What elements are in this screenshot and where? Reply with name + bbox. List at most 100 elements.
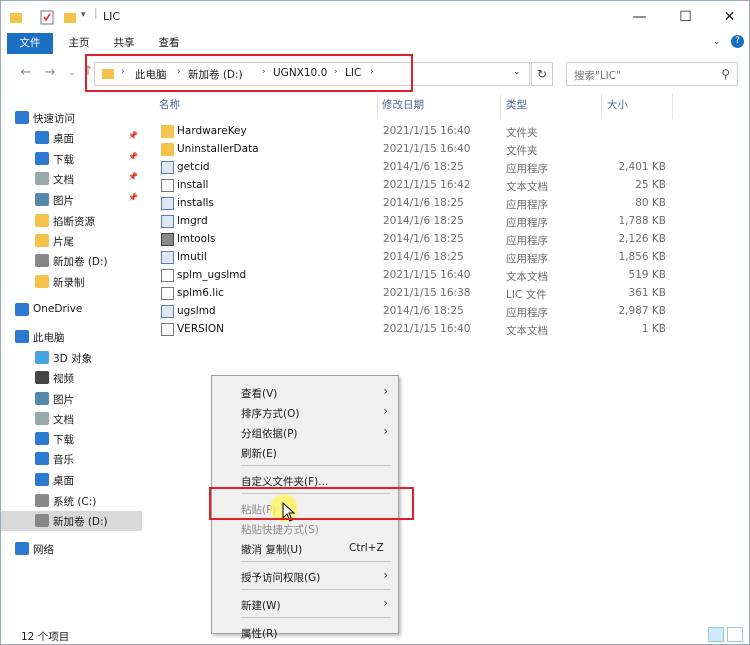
maximize-button[interactable]: ☐ xyxy=(663,1,708,33)
file-row[interactable]: HardwareKey 2021/1/15 16:40 文件夹 xyxy=(151,122,671,140)
menu-item[interactable]: 新建(W) › xyxy=(212,594,398,614)
pin-icon: 📌 xyxy=(128,193,138,202)
column-header-size[interactable]: 大小 xyxy=(607,97,628,115)
file-row[interactable]: splm6.lic 2021/1/15 16:38 LIC 文件 361 KB xyxy=(151,284,671,302)
help-icon[interactable]: ? xyxy=(731,35,744,48)
file-type: 应用程序 xyxy=(506,253,548,265)
menu-item[interactable]: 撤消 复制(U) Ctrl+Z xyxy=(212,538,398,558)
column-divider[interactable] xyxy=(601,93,602,119)
nav-item[interactable]: 桌面 xyxy=(1,470,142,490)
tab-share[interactable]: 共享 xyxy=(104,33,144,54)
file-row[interactable]: VERSION 2021/1/15 16:40 文本文档 1 KB xyxy=(151,320,671,338)
menu-separator xyxy=(241,617,391,618)
file-type: 应用程序 xyxy=(506,307,548,319)
new-folder-icon[interactable] xyxy=(63,9,77,27)
menu-separator xyxy=(241,561,391,562)
close-button[interactable]: ✕ xyxy=(707,1,750,33)
nav-item[interactable]: 桌面 📌 xyxy=(1,128,142,148)
column-divider[interactable] xyxy=(672,93,673,119)
file-date: 2021/1/15 16:40 xyxy=(383,323,471,335)
ribbon-expand-icon[interactable]: ⌄ xyxy=(713,37,721,47)
properties-icon[interactable] xyxy=(39,9,55,27)
column-header-name[interactable]: 名称 xyxy=(159,97,180,115)
menu-item[interactable]: 刷新(E) xyxy=(212,442,398,462)
file-row[interactable]: install 2021/1/15 16:42 文本文档 25 KB xyxy=(151,176,671,194)
nav-item[interactable]: 下载 📌 xyxy=(1,149,142,169)
nav-item[interactable]: 图片 xyxy=(1,389,142,409)
search-box[interactable]: 搜索"LIC" ⚲ xyxy=(566,62,738,86)
nav-item[interactable]: OneDrive xyxy=(1,300,142,320)
file-row[interactable]: splm_ugslmd 2021/1/15 16:40 文本文档 519 KB xyxy=(151,266,671,284)
file-type: 文本文档 xyxy=(506,181,548,193)
file-date: 2014/1/6 18:25 xyxy=(383,215,464,227)
nav-item[interactable]: 文档 📌 xyxy=(1,169,142,189)
tool-app-icon xyxy=(161,233,174,246)
back-arrow-icon[interactable]: ← xyxy=(17,65,35,81)
navigation-pane: 快速访问 桌面 📌 下载 📌 文档 📌 图片 📌 掐断资源 片尾 新加卷 (D:) 新录制 OneDriv… xyxy=(1,97,144,617)
pin-icon: 📌 xyxy=(128,131,138,140)
menu-item[interactable]: 授予访问权限(G) › xyxy=(212,566,398,586)
title-divider: | xyxy=(94,7,98,19)
menu-item-label: 撤消 复制(U) xyxy=(241,544,303,556)
nav-item[interactable]: 新加卷 (D:) xyxy=(1,511,142,531)
file-row[interactable]: lmgrd 2014/1/6 18:25 应用程序 1,788 KB xyxy=(151,212,671,230)
column-divider[interactable] xyxy=(500,93,501,119)
tab-view[interactable]: 查看 xyxy=(149,33,189,54)
drive-icon xyxy=(35,494,49,507)
column-header-type[interactable]: 类型 xyxy=(506,97,527,115)
folder-icon xyxy=(35,275,49,288)
file-row[interactable]: getcid 2014/1/6 18:25 应用程序 2,401 KB xyxy=(151,158,671,176)
details-view-icon[interactable] xyxy=(708,627,724,642)
menu-item[interactable]: 查看(V) › xyxy=(212,382,398,402)
menu-item[interactable]: 粘贴快捷方式(S) xyxy=(212,518,398,538)
application-icon xyxy=(161,251,174,264)
file-row[interactable]: UninstallerData 2021/1/15 16:40 文件夹 xyxy=(151,140,671,158)
nav-item[interactable]: 此电脑 xyxy=(1,327,142,347)
menu-item[interactable]: 排序方式(O) › xyxy=(212,402,398,422)
large-icons-view-icon[interactable] xyxy=(727,627,743,642)
nav-item[interactable]: 3D 对象 xyxy=(1,348,142,368)
application-icon xyxy=(161,215,174,228)
nav-item[interactable]: 文档 xyxy=(1,409,142,429)
nav-item[interactable]: 视频 xyxy=(1,368,142,388)
menu-item-label: 刷新(E) xyxy=(241,448,277,460)
network-icon xyxy=(15,542,29,555)
file-row[interactable]: installs 2014/1/6 18:25 应用程序 80 KB xyxy=(151,194,671,212)
nav-item-label: 桌面 xyxy=(53,475,74,487)
tab-file[interactable]: 文件 xyxy=(7,33,53,54)
file-row[interactable]: lmtools 2014/1/6 18:25 应用程序 2,126 KB xyxy=(151,230,671,248)
tab-home[interactable]: 主页 xyxy=(59,33,99,54)
drive-icon xyxy=(35,514,49,527)
address-dropdown-icon[interactable]: ⌄ xyxy=(513,67,521,77)
minimize-button[interactable]: — xyxy=(617,1,662,33)
nav-item[interactable]: 新加卷 (D:) xyxy=(1,251,142,271)
nav-item[interactable]: 音乐 xyxy=(1,449,142,469)
nav-item[interactable]: 片尾 xyxy=(1,231,142,251)
forward-arrow-icon[interactable]: → xyxy=(41,65,59,81)
nav-item[interactable]: 网络 xyxy=(1,539,142,559)
refresh-button[interactable]: ↻ xyxy=(531,62,553,86)
file-name: install xyxy=(177,179,209,191)
column-header-date[interactable]: 修改日期 xyxy=(382,97,424,115)
customize-toolbar-icon[interactable]: ▾ xyxy=(81,10,86,28)
nav-item[interactable]: 图片 📌 xyxy=(1,190,142,210)
status-bar: 12 个项目 xyxy=(1,627,749,645)
menu-item-label: 分组依据(P) xyxy=(241,428,298,440)
download-icon xyxy=(35,432,49,445)
nav-item[interactable]: 系统 (C:) xyxy=(1,491,142,511)
file-row[interactable]: lmutil 2014/1/6 18:25 应用程序 1,856 KB xyxy=(151,248,671,266)
nav-item[interactable]: 快速访问 xyxy=(1,108,142,128)
file-row[interactable]: ugslmd 2014/1/6 18:25 应用程序 2,987 KB xyxy=(151,302,671,320)
file-type: 应用程序 xyxy=(506,217,548,229)
title-bar: ▾ | LIC — ☐ ✕ xyxy=(1,1,749,33)
menu-item[interactable]: 分组依据(P) › xyxy=(212,422,398,442)
nav-item-label: 新加卷 (D:) xyxy=(53,256,108,268)
column-divider[interactable] xyxy=(377,93,378,119)
nav-item[interactable]: 下载 xyxy=(1,429,142,449)
nav-item[interactable]: 新录制 xyxy=(1,272,142,292)
nav-item[interactable]: 掐断资源 xyxy=(1,211,142,231)
file-name: lmutil xyxy=(177,251,207,263)
file-date: 2021/1/15 16:40 xyxy=(383,269,471,281)
menu-item-label: 查看(V) xyxy=(241,388,278,400)
search-icon[interactable]: ⚲ xyxy=(721,67,730,81)
